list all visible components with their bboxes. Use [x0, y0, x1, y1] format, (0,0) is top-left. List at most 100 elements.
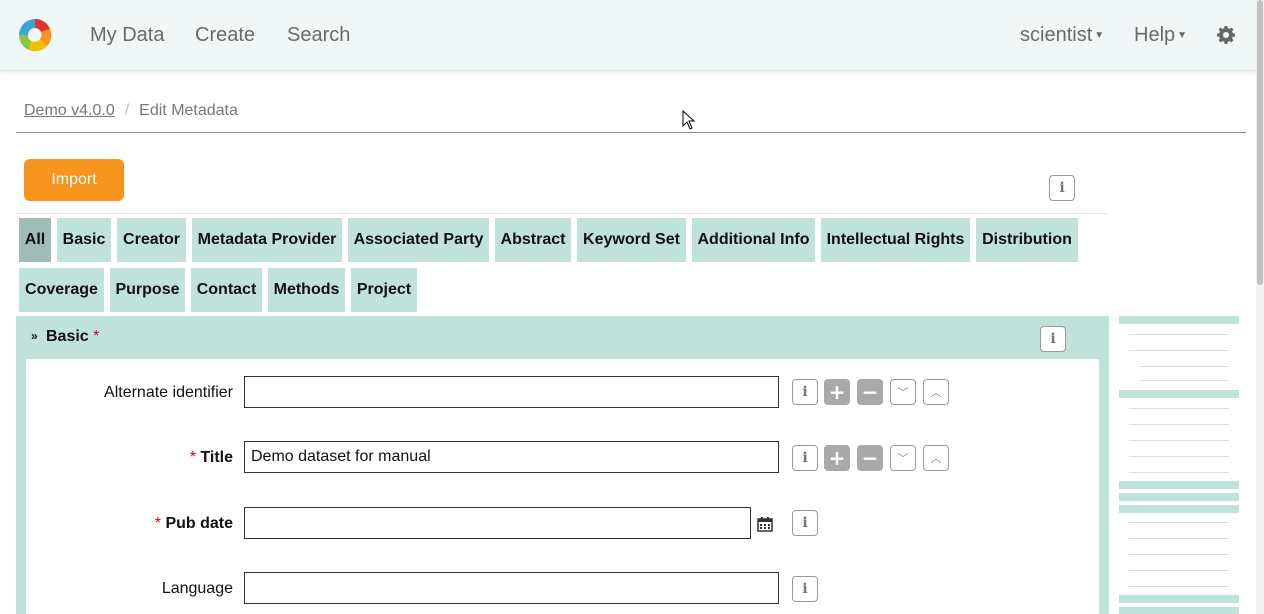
- tab-coverage[interactable]: Coverage: [19, 268, 104, 312]
- caret-down-icon: ▼: [1177, 29, 1188, 41]
- title-move-down-button[interactable]: ﹀: [890, 445, 916, 471]
- language-info-button[interactable]: i: [792, 576, 818, 602]
- breadcrumb-separator: /: [124, 102, 130, 119]
- info-icon: i: [802, 515, 808, 531]
- alternate-identifier-move-down-button[interactable]: ﹀: [890, 379, 916, 405]
- info-icon: i: [1059, 180, 1065, 196]
- gear-icon[interactable]: [1216, 25, 1236, 45]
- breadcrumb: Demo v4.0.0 / Edit Metadata: [24, 102, 238, 120]
- chevron-down-icon: ﹀: [897, 387, 909, 399]
- section-title: Basic *: [46, 328, 99, 346]
- nav-my-data[interactable]: My Data: [90, 23, 164, 47]
- chevron-up-icon: ︿: [930, 387, 942, 399]
- minus-icon: −: [861, 380, 879, 404]
- pub-date-input[interactable]: [244, 507, 751, 539]
- title-label: * Title: [13, 449, 233, 467]
- alternate-identifier-input[interactable]: [244, 376, 779, 408]
- caret-down-icon: ▼: [1094, 29, 1105, 41]
- tab-all[interactable]: All: [19, 218, 51, 262]
- minimap-line: [1129, 586, 1229, 587]
- minimap-section-bar: [1119, 390, 1239, 398]
- nav-search[interactable]: Search: [287, 23, 350, 47]
- title-info-button[interactable]: i: [792, 445, 818, 471]
- breadcrumb-current: Edit Metadata: [139, 102, 238, 119]
- pub-date-label: * Pub date: [13, 515, 233, 533]
- minimap-line: [1139, 366, 1229, 367]
- minus-icon: −: [861, 446, 879, 470]
- mouse-cursor-icon: [682, 110, 696, 130]
- tab-associated-party[interactable]: Associated Party: [348, 218, 489, 262]
- vertical-scrollbar[interactable]: [1256, 0, 1264, 614]
- title-label-text: Title: [200, 449, 233, 466]
- minimap-line: [1129, 570, 1229, 571]
- required-marker: *: [189, 449, 196, 466]
- minimap-line: [1129, 522, 1229, 523]
- minimap-line: [1129, 554, 1229, 555]
- tab-distribution[interactable]: Distribution: [976, 218, 1078, 262]
- plus-icon: +: [828, 446, 846, 470]
- alternate-identifier-move-up-button[interactable]: ︿: [923, 379, 949, 405]
- title-add-button[interactable]: +: [824, 445, 850, 471]
- top-navbar: My Data Create Search scientist ▼ Help ▼: [0, 0, 1256, 71]
- tab-contact[interactable]: Contact: [191, 268, 262, 312]
- minimap-line: [1129, 440, 1229, 441]
- minimap-section-bar: [1119, 505, 1239, 513]
- nav-create[interactable]: Create: [195, 23, 255, 47]
- section-title-text: Basic: [46, 328, 89, 345]
- alternate-identifier-remove-button[interactable]: −: [857, 379, 883, 405]
- title-move-up-button[interactable]: ︿: [923, 445, 949, 471]
- scrollbar-thumb[interactable]: [1257, 0, 1263, 285]
- tab-project[interactable]: Project: [351, 268, 417, 312]
- chevron-up-icon: ︿: [930, 453, 942, 465]
- pub-date-info-button[interactable]: i: [792, 510, 818, 536]
- minimap-line: [1129, 350, 1229, 351]
- required-marker: *: [154, 515, 161, 532]
- alternate-identifier-add-button[interactable]: +: [824, 379, 850, 405]
- double-chevron-down-icon[interactable]: »: [31, 329, 38, 343]
- minimap-section-bar: [1119, 481, 1239, 489]
- breadcrumb-divider: [16, 132, 1246, 133]
- title-input[interactable]: [244, 441, 779, 473]
- tab-additional-info[interactable]: Additional Info: [692, 218, 815, 262]
- user-menu-label: scientist: [1020, 24, 1093, 46]
- minimap-line: [1129, 538, 1229, 539]
- required-marker: *: [93, 328, 100, 345]
- chevron-down-icon: ﹀: [897, 453, 909, 465]
- user-menu[interactable]: scientist ▼: [1020, 23, 1104, 48]
- info-icon: i: [802, 581, 808, 597]
- language-label: Language: [161, 580, 233, 597]
- minimap-section-bar: [1119, 493, 1239, 501]
- minimap-line: [1129, 456, 1229, 457]
- tab-keyword-set[interactable]: Keyword Set: [577, 218, 686, 262]
- help-menu-label: Help: [1134, 24, 1176, 46]
- info-icon: i: [802, 450, 808, 466]
- title-remove-button[interactable]: −: [857, 445, 883, 471]
- pub-date-label-text: Pub date: [165, 515, 233, 532]
- tabs-top-divider: [16, 213, 1107, 214]
- minimap-line: [1139, 380, 1229, 381]
- app-logo-icon[interactable]: [17, 17, 53, 53]
- tab-purpose[interactable]: Purpose: [110, 268, 185, 312]
- page-info-button[interactable]: i: [1049, 175, 1075, 201]
- tab-creator[interactable]: Creator: [117, 218, 186, 262]
- tab-intellectual-rights[interactable]: Intellectual Rights: [821, 218, 970, 262]
- section-header-basic[interactable]: » Basic * i: [16, 316, 1109, 359]
- alternate-identifier-info-button[interactable]: i: [792, 379, 818, 405]
- minimap-section-bar: [1119, 595, 1239, 603]
- language-input[interactable]: [244, 572, 779, 604]
- tab-methods[interactable]: Methods: [268, 268, 345, 312]
- tab-metadata-provider[interactable]: Metadata Provider: [192, 218, 342, 262]
- info-icon: i: [802, 384, 808, 400]
- tab-abstract[interactable]: Abstract: [495, 218, 571, 262]
- page-minimap[interactable]: [1119, 316, 1239, 614]
- info-icon: i: [1050, 331, 1056, 347]
- minimap-line: [1129, 472, 1229, 473]
- help-menu[interactable]: Help ▼: [1134, 23, 1187, 48]
- section-info-button[interactable]: i: [1040, 326, 1066, 352]
- minimap-line: [1129, 334, 1229, 335]
- tab-basic[interactable]: Basic: [57, 218, 111, 262]
- import-button[interactable]: Import: [24, 159, 124, 201]
- calendar-icon[interactable]: [757, 516, 773, 532]
- minimap-section-bar: [1119, 607, 1239, 614]
- breadcrumb-parent-link[interactable]: Demo v4.0.0: [24, 102, 115, 119]
